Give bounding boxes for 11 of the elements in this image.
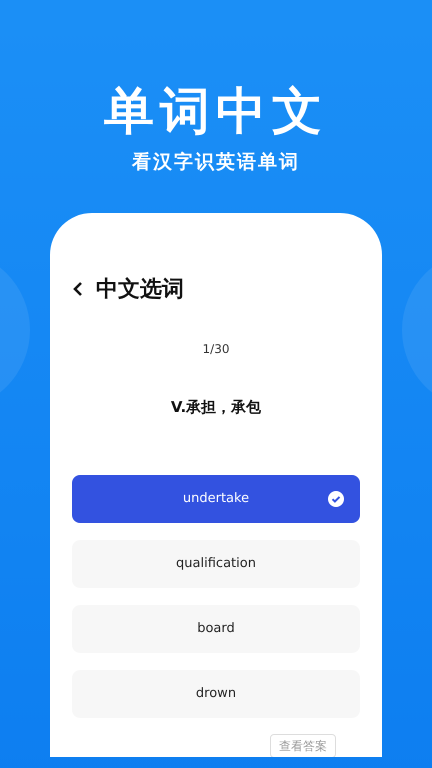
subtitle: 看汉字识英语单词 bbox=[130, 150, 301, 175]
word-prompt: V.承担，承包 bbox=[170, 396, 262, 418]
option-button[interactable]: drown bbox=[72, 670, 360, 718]
option-button[interactable]: undertake bbox=[72, 474, 360, 522]
screen-title: 中文选词 bbox=[96, 276, 184, 304]
option-button[interactable]: board bbox=[72, 604, 360, 652]
option-button[interactable]: qualification bbox=[72, 540, 360, 588]
back-icon[interactable] bbox=[72, 281, 84, 297]
headline: 单词中文 bbox=[103, 81, 329, 136]
check-circle-icon bbox=[328, 490, 344, 506]
progress-counter: 1/30 bbox=[202, 340, 230, 358]
